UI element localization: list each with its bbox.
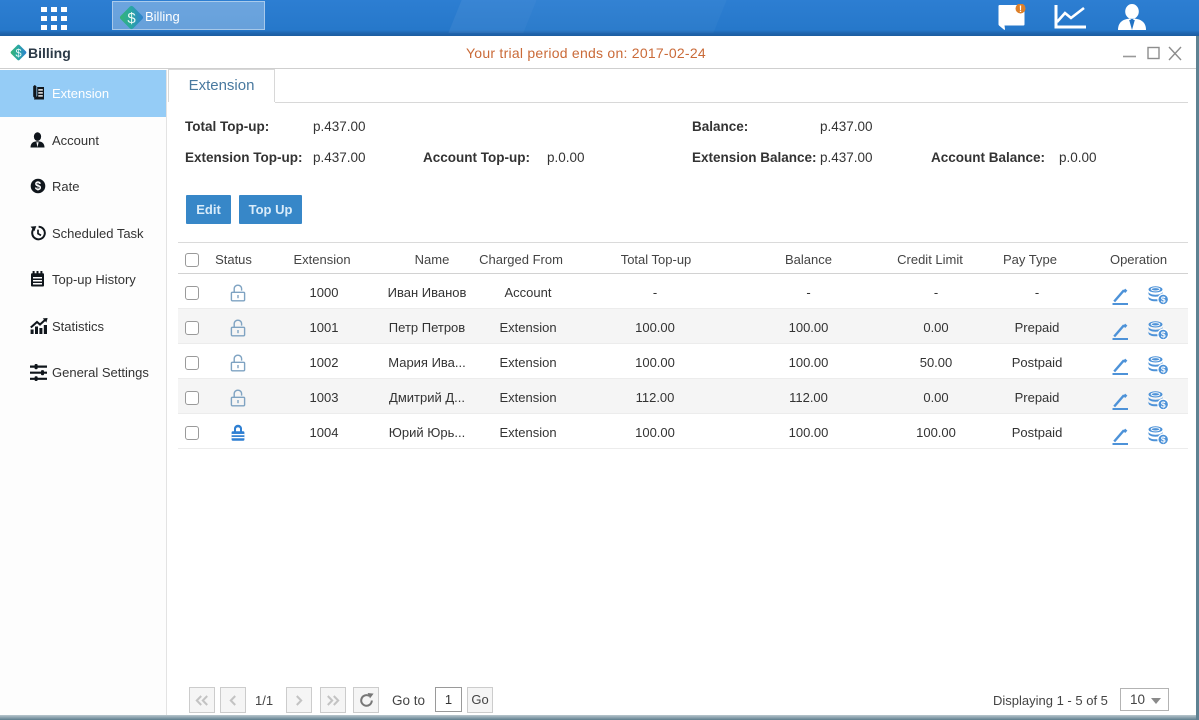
svg-text:$: $ [1161, 329, 1166, 339]
svg-text:$: $ [1161, 364, 1166, 374]
svg-text:!: ! [1019, 4, 1022, 14]
svg-text:$: $ [35, 181, 42, 193]
svg-text:$: $ [1161, 399, 1166, 409]
svg-text:$: $ [15, 48, 21, 60]
svg-text:$: $ [1161, 294, 1166, 304]
svg-text:$: $ [127, 10, 136, 27]
svg-text:$: $ [1161, 434, 1166, 444]
